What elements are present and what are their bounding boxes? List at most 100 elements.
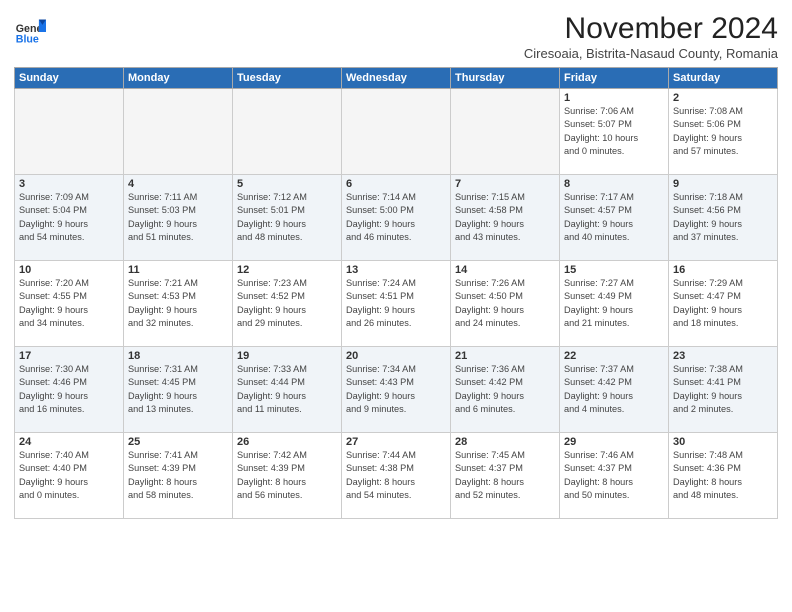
header-sunday: Sunday <box>15 68 124 89</box>
day-number: 20 <box>346 350 446 362</box>
header-tuesday: Tuesday <box>233 68 342 89</box>
cell-w5-d5: 28Sunrise: 7:45 AM Sunset: 4:37 PM Dayli… <box>451 433 560 519</box>
cell-w5-d1: 24Sunrise: 7:40 AM Sunset: 4:40 PM Dayli… <box>15 433 124 519</box>
day-detail: Sunrise: 7:48 AM Sunset: 4:36 PM Dayligh… <box>673 449 773 502</box>
location-subtitle: Ciresoaia, Bistrita-Nasaud County, Roman… <box>524 46 778 61</box>
header-thursday: Thursday <box>451 68 560 89</box>
cell-w1-d4 <box>342 89 451 175</box>
day-detail: Sunrise: 7:23 AM Sunset: 4:52 PM Dayligh… <box>237 277 337 330</box>
day-detail: Sunrise: 7:46 AM Sunset: 4:37 PM Dayligh… <box>564 449 664 502</box>
day-number: 27 <box>346 436 446 448</box>
week-row-4: 17Sunrise: 7:30 AM Sunset: 4:46 PM Dayli… <box>15 347 778 433</box>
day-detail: Sunrise: 7:45 AM Sunset: 4:37 PM Dayligh… <box>455 449 555 502</box>
day-detail: Sunrise: 7:34 AM Sunset: 4:43 PM Dayligh… <box>346 363 446 416</box>
day-number: 15 <box>564 264 664 276</box>
weekday-header-row: Sunday Monday Tuesday Wednesday Thursday… <box>15 68 778 89</box>
day-number: 19 <box>237 350 337 362</box>
day-detail: Sunrise: 7:33 AM Sunset: 4:44 PM Dayligh… <box>237 363 337 416</box>
day-number: 30 <box>673 436 773 448</box>
day-detail: Sunrise: 7:41 AM Sunset: 4:39 PM Dayligh… <box>128 449 228 502</box>
day-detail: Sunrise: 7:11 AM Sunset: 5:03 PM Dayligh… <box>128 191 228 244</box>
logo-icon: General Blue <box>14 16 46 48</box>
day-number: 23 <box>673 350 773 362</box>
header-friday: Friday <box>560 68 669 89</box>
day-detail: Sunrise: 7:30 AM Sunset: 4:46 PM Dayligh… <box>19 363 119 416</box>
cell-w5-d6: 29Sunrise: 7:46 AM Sunset: 4:37 PM Dayli… <box>560 433 669 519</box>
cell-w1-d6: 1Sunrise: 7:06 AM Sunset: 5:07 PM Daylig… <box>560 89 669 175</box>
cell-w5-d3: 26Sunrise: 7:42 AM Sunset: 4:39 PM Dayli… <box>233 433 342 519</box>
day-detail: Sunrise: 7:08 AM Sunset: 5:06 PM Dayligh… <box>673 105 773 158</box>
cell-w3-d2: 11Sunrise: 7:21 AM Sunset: 4:53 PM Dayli… <box>124 261 233 347</box>
day-number: 5 <box>237 178 337 190</box>
day-number: 18 <box>128 350 228 362</box>
cell-w3-d1: 10Sunrise: 7:20 AM Sunset: 4:55 PM Dayli… <box>15 261 124 347</box>
day-detail: Sunrise: 7:15 AM Sunset: 4:58 PM Dayligh… <box>455 191 555 244</box>
calendar-table: Sunday Monday Tuesday Wednesday Thursday… <box>14 67 778 519</box>
day-detail: Sunrise: 7:09 AM Sunset: 5:04 PM Dayligh… <box>19 191 119 244</box>
logo: General Blue <box>14 16 46 48</box>
cell-w4-d2: 18Sunrise: 7:31 AM Sunset: 4:45 PM Dayli… <box>124 347 233 433</box>
day-number: 6 <box>346 178 446 190</box>
cell-w2-d2: 4Sunrise: 7:11 AM Sunset: 5:03 PM Daylig… <box>124 175 233 261</box>
day-detail: Sunrise: 7:36 AM Sunset: 4:42 PM Dayligh… <box>455 363 555 416</box>
day-number: 1 <box>564 92 664 104</box>
header-monday: Monday <box>124 68 233 89</box>
day-number: 14 <box>455 264 555 276</box>
day-number: 9 <box>673 178 773 190</box>
day-number: 7 <box>455 178 555 190</box>
day-number: 12 <box>237 264 337 276</box>
day-detail: Sunrise: 7:37 AM Sunset: 4:42 PM Dayligh… <box>564 363 664 416</box>
day-number: 3 <box>19 178 119 190</box>
cell-w2-d1: 3Sunrise: 7:09 AM Sunset: 5:04 PM Daylig… <box>15 175 124 261</box>
day-detail: Sunrise: 7:18 AM Sunset: 4:56 PM Dayligh… <box>673 191 773 244</box>
day-detail: Sunrise: 7:20 AM Sunset: 4:55 PM Dayligh… <box>19 277 119 330</box>
cell-w4-d5: 21Sunrise: 7:36 AM Sunset: 4:42 PM Dayli… <box>451 347 560 433</box>
cell-w1-d7: 2Sunrise: 7:08 AM Sunset: 5:06 PM Daylig… <box>669 89 778 175</box>
header-saturday: Saturday <box>669 68 778 89</box>
day-number: 17 <box>19 350 119 362</box>
cell-w3-d7: 16Sunrise: 7:29 AM Sunset: 4:47 PM Dayli… <box>669 261 778 347</box>
day-detail: Sunrise: 7:31 AM Sunset: 4:45 PM Dayligh… <box>128 363 228 416</box>
week-row-5: 24Sunrise: 7:40 AM Sunset: 4:40 PM Dayli… <box>15 433 778 519</box>
day-number: 8 <box>564 178 664 190</box>
cell-w1-d5 <box>451 89 560 175</box>
cell-w4-d3: 19Sunrise: 7:33 AM Sunset: 4:44 PM Dayli… <box>233 347 342 433</box>
day-detail: Sunrise: 7:38 AM Sunset: 4:41 PM Dayligh… <box>673 363 773 416</box>
day-detail: Sunrise: 7:42 AM Sunset: 4:39 PM Dayligh… <box>237 449 337 502</box>
day-number: 10 <box>19 264 119 276</box>
svg-text:Blue: Blue <box>16 34 39 46</box>
cell-w1-d1 <box>15 89 124 175</box>
week-row-1: 1Sunrise: 7:06 AM Sunset: 5:07 PM Daylig… <box>15 89 778 175</box>
cell-w4-d7: 23Sunrise: 7:38 AM Sunset: 4:41 PM Dayli… <box>669 347 778 433</box>
cell-w4-d6: 22Sunrise: 7:37 AM Sunset: 4:42 PM Dayli… <box>560 347 669 433</box>
day-number: 2 <box>673 92 773 104</box>
day-detail: Sunrise: 7:44 AM Sunset: 4:38 PM Dayligh… <box>346 449 446 502</box>
day-number: 28 <box>455 436 555 448</box>
day-detail: Sunrise: 7:14 AM Sunset: 5:00 PM Dayligh… <box>346 191 446 244</box>
cell-w2-d7: 9Sunrise: 7:18 AM Sunset: 4:56 PM Daylig… <box>669 175 778 261</box>
day-detail: Sunrise: 7:27 AM Sunset: 4:49 PM Dayligh… <box>564 277 664 330</box>
page-header: General Blue November 2024 Ciresoaia, Bi… <box>14 12 778 61</box>
day-detail: Sunrise: 7:12 AM Sunset: 5:01 PM Dayligh… <box>237 191 337 244</box>
cell-w5-d2: 25Sunrise: 7:41 AM Sunset: 4:39 PM Dayli… <box>124 433 233 519</box>
day-number: 25 <box>128 436 228 448</box>
day-number: 13 <box>346 264 446 276</box>
day-number: 26 <box>237 436 337 448</box>
day-number: 21 <box>455 350 555 362</box>
header-wednesday: Wednesday <box>342 68 451 89</box>
cell-w1-d2 <box>124 89 233 175</box>
cell-w4-d1: 17Sunrise: 7:30 AM Sunset: 4:46 PM Dayli… <box>15 347 124 433</box>
day-detail: Sunrise: 7:40 AM Sunset: 4:40 PM Dayligh… <box>19 449 119 502</box>
cell-w2-d5: 7Sunrise: 7:15 AM Sunset: 4:58 PM Daylig… <box>451 175 560 261</box>
day-number: 24 <box>19 436 119 448</box>
day-detail: Sunrise: 7:21 AM Sunset: 4:53 PM Dayligh… <box>128 277 228 330</box>
cell-w1-d3 <box>233 89 342 175</box>
day-detail: Sunrise: 7:29 AM Sunset: 4:47 PM Dayligh… <box>673 277 773 330</box>
day-number: 4 <box>128 178 228 190</box>
month-title: November 2024 <box>524 12 778 46</box>
cell-w3-d5: 14Sunrise: 7:26 AM Sunset: 4:50 PM Dayli… <box>451 261 560 347</box>
cell-w5-d7: 30Sunrise: 7:48 AM Sunset: 4:36 PM Dayli… <box>669 433 778 519</box>
cell-w2-d4: 6Sunrise: 7:14 AM Sunset: 5:00 PM Daylig… <box>342 175 451 261</box>
day-number: 22 <box>564 350 664 362</box>
cell-w3-d3: 12Sunrise: 7:23 AM Sunset: 4:52 PM Dayli… <box>233 261 342 347</box>
